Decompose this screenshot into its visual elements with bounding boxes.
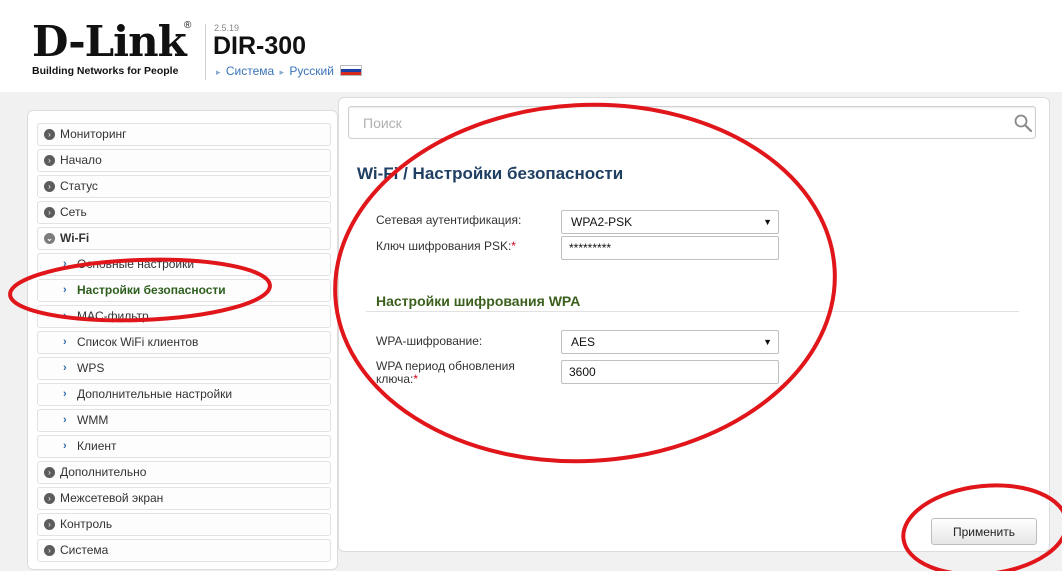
header: D-Link ® Building Networks for People 2.… (0, 0, 1062, 92)
chevron-right-icon: › (63, 284, 67, 296)
sidebar-item-label: Межсетевой экран (60, 491, 164, 505)
breadcrumb: ▸ Система ▸ Русский (214, 64, 363, 78)
wpa-section-title: Настройки шифрования WPA (376, 293, 581, 309)
russian-flag-icon[interactable] (340, 65, 363, 76)
chevron-right-icon: › (63, 414, 67, 426)
chevron-down-icon: ▼ (763, 217, 772, 227)
sidebar-item-control[interactable]: › Контроль (37, 513, 331, 536)
sidebar-item-advanced[interactable]: › Дополнительно (37, 461, 331, 484)
chevron-right-icon: ▸ (279, 67, 285, 77)
header-divider (205, 24, 206, 80)
chevron-down-icon: ▼ (763, 337, 772, 347)
device-model: DIR-300 (213, 32, 307, 60)
chevron-right-icon: › (63, 258, 67, 270)
sidebar-item-advanced-wifi[interactable]: › Дополнительные настройки (37, 383, 331, 406)
auth-label: Сетевая аутентификация: (376, 213, 522, 227)
registered-mark: ® (184, 20, 192, 31)
chevron-right-icon: › (63, 310, 67, 322)
sidebar-item-wifi[interactable]: ⌄ Wi-Fi (37, 227, 331, 250)
sidebar-item-wps[interactable]: › WPS (37, 357, 331, 380)
sidebar-item-label: Дополнительно (60, 465, 147, 479)
wpa-period-input[interactable]: 3600 (561, 360, 779, 384)
sidebar-item-label: Список WiFi клиентов (77, 335, 199, 349)
sidebar-item-wmm[interactable]: › WMM (37, 409, 331, 432)
sidebar-item-label: Сеть (60, 205, 87, 219)
sidebar-menu: › Мониторинг › Начало › Статус › Сеть ⌄ … (27, 110, 338, 570)
wpa-encryption-value: AES (571, 335, 596, 349)
sidebar-item-label: Статус (60, 179, 98, 193)
breadcrumb-system[interactable]: Система (226, 64, 274, 78)
apply-button[interactable]: Применить (931, 518, 1037, 545)
language-selector[interactable]: Русский (289, 64, 334, 78)
sidebar-item-wifi-clients[interactable]: › Список WiFi клиентов (37, 331, 331, 354)
psk-label-text: Ключ шифрования PSK: (376, 239, 512, 253)
auth-select[interactable]: WPA2-PSK ▼ (561, 210, 779, 234)
sidebar-item-label: WPS (77, 361, 105, 375)
sidebar-item-label: Настройки безопасности (77, 283, 226, 297)
sidebar-item-mac-filter[interactable]: › MAC-фильтр (37, 305, 331, 328)
logo-wordmark: D-Link (32, 17, 187, 66)
sidebar-item-network[interactable]: › Сеть (37, 201, 331, 224)
sidebar-item-label: Wi-Fi (60, 231, 90, 245)
sidebar-item-firewall[interactable]: › Межсетевой экран (37, 487, 331, 510)
logo-tagline: Building Networks for People (32, 65, 179, 77)
circle-chevron-icon: › (44, 155, 55, 166)
required-mark: * (413, 372, 419, 386)
chevron-right-icon: ▸ (216, 67, 221, 77)
sidebar-item-label: Начало (60, 153, 102, 167)
search-box (348, 106, 1036, 139)
circle-chevron-icon: › (44, 129, 55, 140)
circle-chevron-icon: › (44, 207, 55, 218)
sidebar-item-start[interactable]: › Начало (37, 149, 331, 172)
circle-chevron-down-icon: ⌄ (44, 233, 55, 244)
sidebar-item-label: Основные настройки (77, 257, 195, 271)
sidebar-item-label: Мониторинг (60, 127, 127, 141)
circle-chevron-icon: › (44, 545, 55, 556)
sidebar-item-status[interactable]: › Статус (37, 175, 331, 198)
required-mark: * (511, 239, 516, 253)
page-title: Wi-Fi / Настройки безопасности (357, 164, 624, 183)
circle-chevron-icon: › (44, 467, 55, 478)
sidebar-item-basic-settings[interactable]: › Основные настройки (37, 253, 331, 276)
circle-chevron-icon: › (44, 181, 55, 192)
circle-chevron-icon: › (44, 519, 55, 530)
dlink-logo[interactable]: D-Link ® Building Networks for People (32, 17, 202, 78)
chevron-right-icon: › (63, 336, 67, 348)
chevron-right-icon: › (63, 440, 67, 452)
wpa-period-label-line2: ключа: (376, 372, 414, 386)
psk-label: Ключ шифрования PSK:* (376, 239, 516, 253)
sidebar-item-security-settings[interactable]: › Настройки безопасности (37, 279, 331, 302)
sidebar-item-system[interactable]: › Система (37, 539, 331, 562)
chevron-right-icon: › (63, 388, 67, 400)
wpa-encryption-select[interactable]: AES ▼ (561, 330, 779, 354)
sidebar-item-label: WMM (77, 413, 109, 427)
chevron-right-icon: › (63, 362, 67, 374)
auth-select-value: WPA2-PSK (571, 215, 633, 229)
circle-chevron-icon: › (44, 493, 55, 504)
search-icon[interactable] (1013, 113, 1033, 133)
search-input[interactable] (349, 107, 989, 138)
sidebar-item-label: MAC-фильтр (77, 309, 149, 323)
main-panel: Wi-Fi / Настройки безопасности Сетевая а… (338, 97, 1050, 552)
sidebar-item-label: Система (60, 543, 109, 557)
section-divider (366, 311, 1019, 312)
sidebar-item-label: Дополнительные настройки (77, 387, 233, 401)
sidebar-item-label: Контроль (60, 517, 113, 531)
sidebar-item-label: Клиент (77, 439, 117, 453)
sidebar-item-monitoring[interactable]: › Мониторинг (37, 123, 331, 146)
wpa-encryption-label: WPA-шифрование: (376, 334, 483, 348)
psk-input[interactable]: ********* (561, 236, 779, 260)
wpa-period-label: WPA период обновления ключа:* (376, 360, 515, 386)
sidebar-item-client[interactable]: › Клиент (37, 435, 331, 458)
